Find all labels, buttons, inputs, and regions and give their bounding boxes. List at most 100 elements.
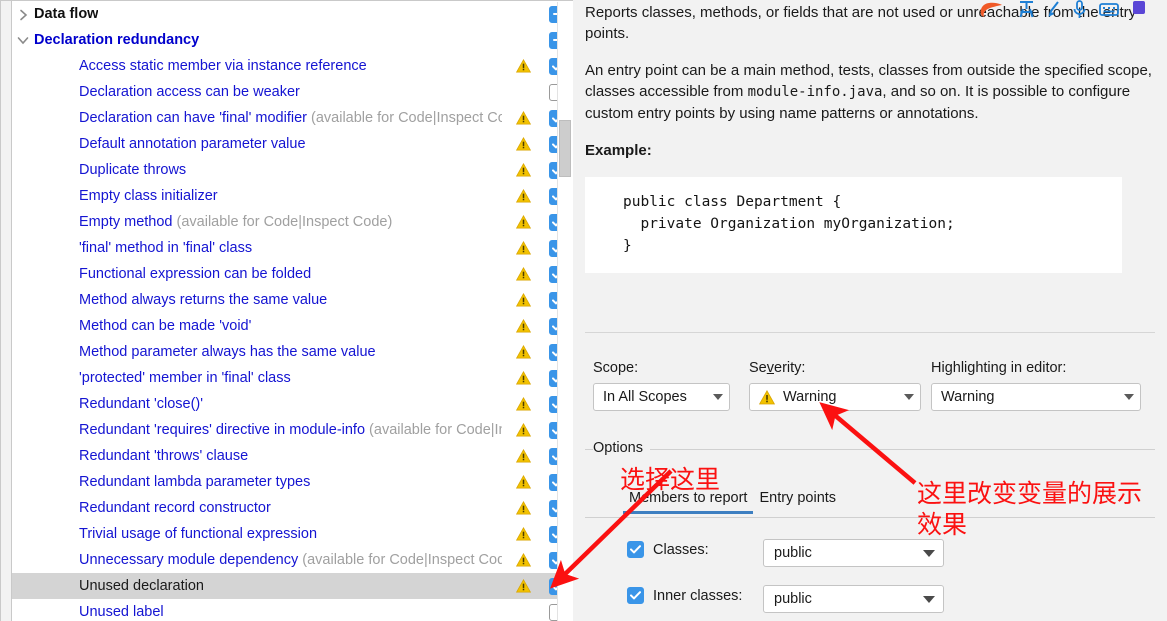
tree-row[interactable]: Functional expression can be folded (12, 261, 573, 287)
chevron-down-icon (923, 595, 935, 603)
highlighting-dropdown[interactable]: Warning (931, 383, 1141, 411)
warning-triangle-icon (506, 53, 540, 79)
tree-row-label: Method parameter always has the same val… (79, 344, 376, 360)
inspections-tree[interactable]: Data flow Declaration redundancy Access st… (12, 1, 573, 621)
tree-row[interactable]: 'protected' member in 'final' class (12, 365, 573, 391)
chevron-down-icon[interactable] (12, 27, 34, 53)
inspections-tree-panel[interactable]: Data flow Declaration redundancy Access st… (0, 0, 573, 621)
warning-triangle-icon (506, 339, 540, 365)
tree-row-label-clip: Redundant 'close()' (79, 391, 502, 417)
tree-row-label-clip: Redundant record constructor (79, 495, 502, 521)
ime-menu-icon[interactable] (1131, 0, 1147, 19)
tree-row[interactable]: Redundant 'requires' directive in module… (12, 417, 573, 443)
tree-row[interactable]: Redundant lambda parameter types (12, 469, 573, 495)
example-code-box: public class Department { private Organi… (585, 177, 1122, 273)
tree-row[interactable]: Redundant record constructor (12, 495, 573, 521)
tree-row-label-clip: Declaration can have 'final' modifier (a… (79, 105, 502, 131)
chevron-down-icon (923, 549, 935, 557)
warning-triangle-icon (506, 391, 540, 417)
tree-row[interactable]: Access static member via instance refere… (12, 53, 573, 79)
option-row-classes[interactable]: Classes: (627, 541, 709, 558)
pen-icon[interactable] (1047, 0, 1060, 19)
tree-row[interactable]: Redundant 'throws' clause (12, 443, 573, 469)
tree-row-label: Redundant lambda parameter types (79, 474, 311, 490)
tree-row-label: Method always returns the same value (79, 292, 328, 308)
tree-row[interactable]: Redundant 'close()' (12, 391, 573, 417)
tree-row[interactable]: Empty class initializer (12, 183, 573, 209)
tree-row[interactable]: Trivial usage of functional expression (12, 521, 573, 547)
tree-row[interactable]: Declaration can have 'final' modifier (a… (12, 105, 573, 131)
warning-triangle-icon (506, 469, 540, 495)
warning-triangle-icon (506, 183, 540, 209)
warning-triangle-icon (506, 235, 540, 261)
classes-checkbox[interactable] (627, 541, 644, 558)
tree-row-label: Default annotation parameter value (79, 136, 306, 152)
scope-label: Scope: (593, 360, 639, 376)
controls-separator (585, 332, 1155, 333)
tree-row-availability: (available for Code|Inspect Code) (369, 422, 502, 438)
tree-row-label: Declaration access can be weaker (79, 84, 300, 100)
warning-placeholder (506, 79, 540, 105)
tree-row-label: Redundant 'requires' directive in module… (79, 422, 366, 438)
tree-scrollbar-track[interactable] (557, 2, 573, 621)
warning-triangle-icon (506, 573, 540, 599)
tree-row[interactable]: Method always returns the same value (12, 287, 573, 313)
severity-label-mnemonic: v (766, 360, 774, 376)
inspection-description: Reports classes, methods, or fields that… (585, 2, 1155, 324)
chevron-down-icon (713, 394, 723, 400)
example-label: Example: (585, 142, 652, 159)
tree-row-label: Declaration redundancy (34, 32, 200, 48)
warning-triangle-icon (506, 365, 540, 391)
tree-row[interactable]: Declaration access can be weaker (12, 79, 573, 105)
tree-row-label-clip: Default annotation parameter value (79, 131, 502, 157)
inner-classes-checkbox[interactable] (627, 587, 644, 604)
inner-classes-visibility-value: public (774, 591, 812, 607)
tree-row-label-clip: Trivial usage of functional expression (79, 521, 502, 547)
tree-row[interactable]: Declaration redundancy (12, 27, 573, 53)
tree-row[interactable]: Method can be made 'void' (12, 313, 573, 339)
option-row-inner-classes[interactable]: Inner classes: (627, 587, 742, 604)
tree-row-label: Unused label (79, 604, 164, 620)
tab-entry-points[interactable]: Entry points (753, 490, 842, 514)
sogou-logo-icon[interactable] (978, 0, 1006, 19)
scope-dropdown[interactable]: In All Scopes (593, 383, 730, 411)
tree-scrollbar-thumb[interactable] (559, 120, 571, 177)
inner-classes-label: Inner classes: (653, 587, 743, 604)
tree-row[interactable]: Unused label (12, 599, 573, 621)
severity-control: Severity: Warning (749, 360, 921, 411)
severity-value: Warning (783, 389, 837, 405)
tree-row[interactable]: Duplicate throws (12, 157, 573, 183)
tree-row-selected[interactable]: Unused declaration (12, 573, 573, 599)
tree-row-label: Redundant 'close()' (79, 396, 204, 412)
warning-triangle-icon (506, 443, 540, 469)
warning-triangle-icon (506, 417, 540, 443)
inspection-controls-row: Scope: In All Scopes Severity: Warning H… (573, 332, 1167, 432)
tree-row-availability: (available for Code|Inspect Code) (298, 552, 502, 568)
tree-row[interactable]: Method parameter always has the same val… (12, 339, 573, 365)
tree-row-label-clip: 'protected' member in 'final' class (79, 365, 502, 391)
highlighting-control: Highlighting in editor: Warning (931, 360, 1141, 411)
ime-floating-toolbar[interactable] (978, 0, 1167, 19)
tree-row-label-clip: Empty method (available for Code|Inspect… (79, 209, 502, 235)
classes-visibility-dropdown[interactable]: public (763, 539, 944, 567)
inner-classes-visibility-dropdown[interactable]: public (763, 585, 944, 613)
tree-row-label: Data flow (34, 6, 99, 22)
tree-row-label: Trivial usage of functional expression (79, 526, 318, 542)
tree-row-label-clip: Redundant lambda parameter types (79, 469, 502, 495)
tree-row-label-clip: Method parameter always has the same val… (79, 339, 502, 365)
tree-row-label-clip: Unnecessary module dependency (available… (79, 547, 502, 573)
tree-row-label-clip: Redundant 'requires' directive in module… (79, 417, 502, 443)
microphone-icon[interactable] (1072, 0, 1087, 19)
tree-row[interactable]: Empty method (available for Code|Inspect… (12, 209, 573, 235)
chevron-right-icon[interactable] (12, 1, 34, 27)
tree-row[interactable]: 'final' method in 'final' class (12, 235, 573, 261)
tree-row[interactable]: Data flow (12, 1, 573, 27)
tree-row-label-clip: Duplicate throws (79, 157, 502, 183)
chinese-mode-icon[interactable] (1018, 0, 1035, 19)
tree-row[interactable]: Unnecessary module dependency (available… (12, 547, 573, 573)
severity-dropdown[interactable]: Warning (749, 383, 921, 411)
keyboard-icon[interactable] (1099, 0, 1119, 19)
tree-row-label: Access static member via instance refere… (79, 58, 367, 74)
tree-row-label: Declaration can have 'final' modifier (79, 110, 307, 126)
tree-row[interactable]: Default annotation parameter value (12, 131, 573, 157)
